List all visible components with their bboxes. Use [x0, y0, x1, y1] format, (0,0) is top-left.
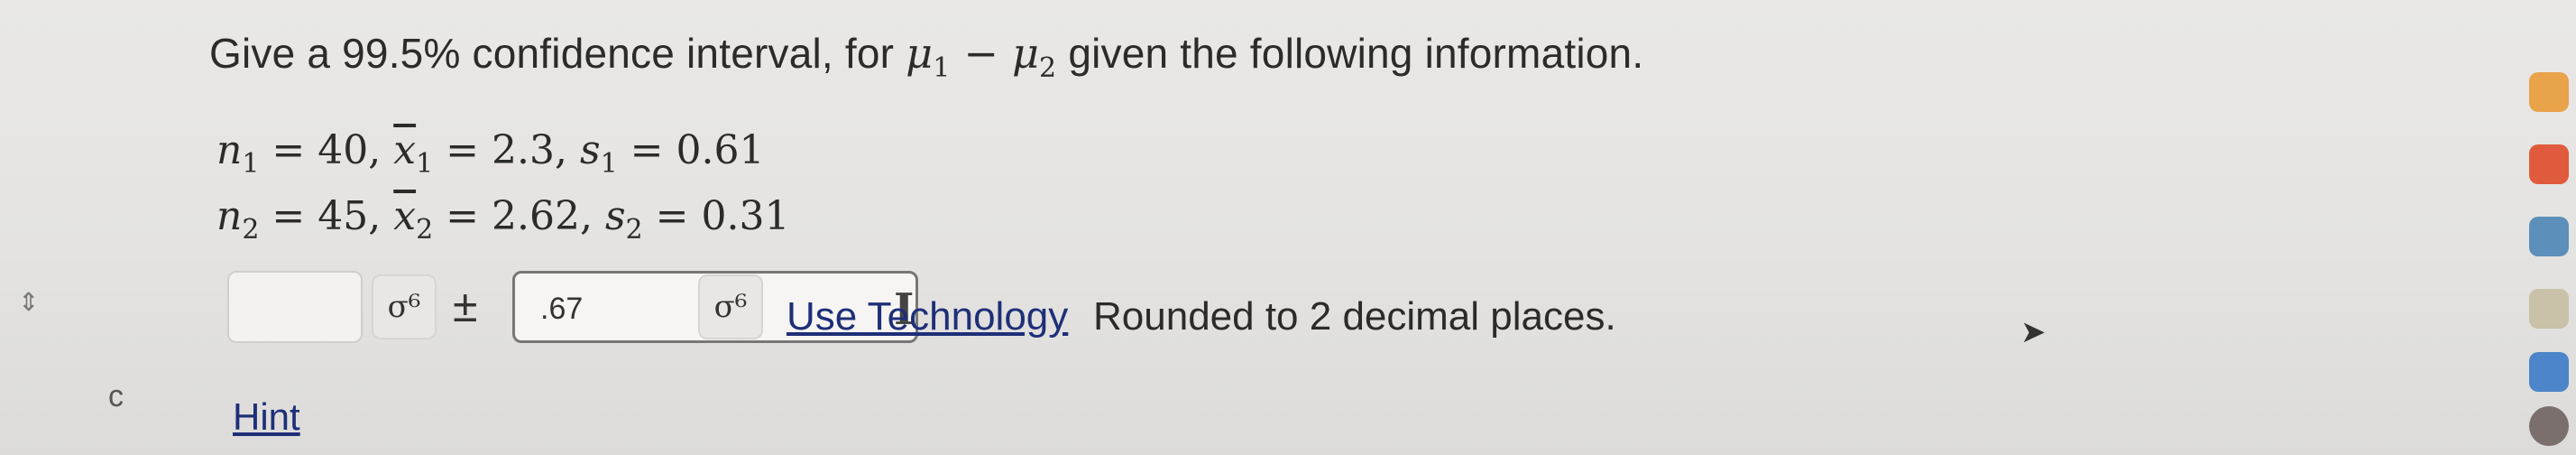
- margin-answer-value: .67: [540, 292, 584, 326]
- question-suffix: given the following information.: [1056, 30, 1644, 77]
- given-line-1: n1 = 40, x1 = 2.3, s1 = 0.61: [216, 127, 765, 180]
- mu-2: μ2: [1011, 29, 1057, 84]
- app-icon[interactable]: [2529, 217, 2569, 256]
- app-icon[interactable]: [2529, 289, 2569, 329]
- given-information: n1 = 40, x1 = 2.3, s1 = 0.61 n2 = 45, x2…: [216, 125, 789, 256]
- question-text: Give a 99.5% confidence interval, for μ1…: [209, 29, 1643, 84]
- app-icon[interactable]: [2529, 144, 2569, 184]
- center-answer-input[interactable]: [227, 271, 363, 343]
- app-dock: [2525, 54, 2576, 455]
- rounding-instruction: Rounded to 2 decimal places.: [1093, 294, 1616, 339]
- sigma-icon[interactable]: σ⁶: [698, 274, 763, 339]
- firefox-icon[interactable]: [2529, 72, 2569, 112]
- mu-1: μ1: [906, 29, 951, 84]
- plus-minus-sign: ±: [453, 281, 478, 331]
- use-technology-link[interactable]: Use Technology: [787, 294, 1068, 339]
- app-icon[interactable]: [2529, 352, 2569, 392]
- minus-sign: −: [950, 29, 1012, 78]
- given-line-2: n2 = 45, x2 = 2.62, s2 = 0.31: [216, 193, 790, 246]
- resize-arrows-icon: ⇕: [18, 288, 51, 316]
- app-icon[interactable]: [2529, 406, 2569, 446]
- question-prefix: Give a 99.5% confidence interval, for: [209, 30, 906, 77]
- c-icon: c: [108, 379, 124, 413]
- pointer-icon: ➤: [2020, 315, 2047, 349]
- sigma-icon[interactable]: σ⁶: [372, 274, 437, 339]
- hint-link[interactable]: Hint: [233, 395, 300, 439]
